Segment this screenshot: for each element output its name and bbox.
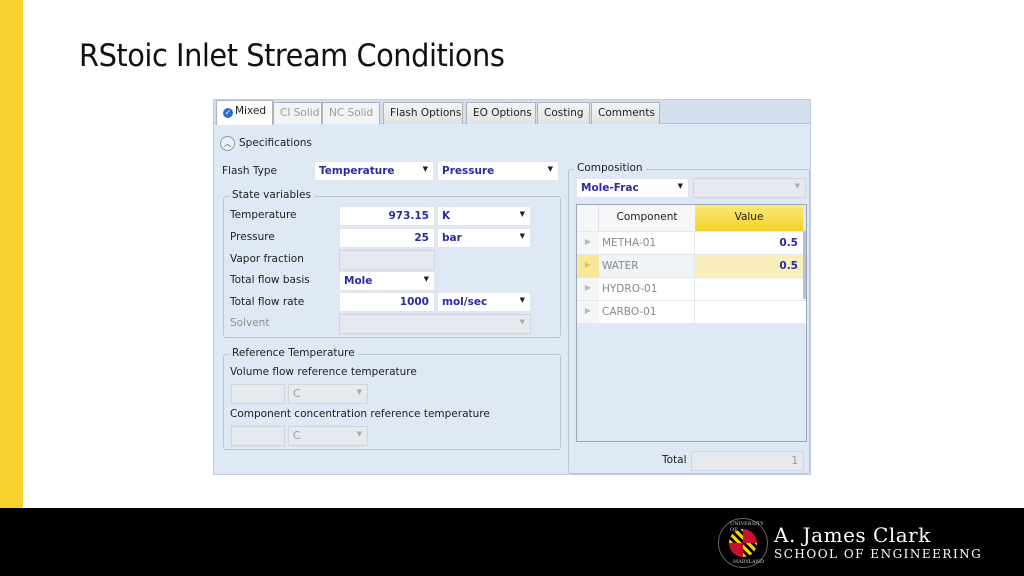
table-row[interactable]: ▶ METHA-01 0.5 [577, 231, 806, 254]
solvent-select[interactable]: ▼ [339, 314, 531, 334]
flow-rate-unit-select[interactable]: mol/sec ▼ [437, 292, 531, 312]
slide-title: RStoic Inlet Stream Conditions [79, 38, 505, 74]
collapse-chevron-up-icon[interactable]: ︿ [220, 136, 235, 151]
maryland-flag-icon [729, 529, 757, 557]
flash-type-label: Flash Type [222, 165, 277, 177]
volume-flow-ref-temp-unit-select[interactable]: C ▼ [288, 384, 368, 404]
temperature-label: Temperature [230, 209, 297, 221]
grid-corner [577, 205, 599, 231]
specifications-label: Specifications [239, 137, 312, 149]
composition-basis-select[interactable]: Mole-Frac ▼ [576, 178, 689, 198]
total-flow-rate-input[interactable]: 1000 [339, 292, 435, 312]
state-variables-title: State variables [229, 189, 314, 201]
tab-eo-options[interactable]: EO Options [466, 102, 536, 124]
logo-subtitle: SCHOOL OF ENGINEERING [774, 547, 983, 561]
tab-mixed[interactable]: ✓ Mixed [216, 100, 273, 125]
dropdown-arrow-icon: ▼ [519, 318, 525, 326]
dropdown-arrow-icon: ▼ [356, 388, 362, 396]
total-flow-rate-label: Total flow rate [230, 296, 305, 308]
value-cell[interactable]: 0.5 [695, 255, 806, 277]
table-row[interactable]: ▶ HYDRO-01 [577, 277, 806, 300]
pressure-label: Pressure [230, 231, 275, 243]
temperature-input[interactable]: 973.15 [339, 206, 435, 226]
tab-flash-options[interactable]: Flash Options [383, 102, 463, 124]
value-cell[interactable] [695, 278, 806, 300]
total-flow-basis-label: Total flow basis [230, 274, 310, 286]
seal-top-text: UNIVERSITY OF [730, 521, 764, 533]
temperature-unit-select[interactable]: K ▼ [437, 206, 531, 226]
component-cell: WATER [599, 255, 695, 277]
component-conc-ref-temp-label: Component concentration reference temper… [230, 408, 490, 420]
table-row[interactable]: ▶ WATER 0.5 [577, 254, 806, 277]
dropdown-arrow-icon: ▼ [423, 275, 429, 283]
flash-spec1-select[interactable]: Temperature ▼ [314, 161, 434, 181]
component-cell: METHA-01 [599, 232, 695, 254]
pressure-unit-select[interactable]: bar ▼ [437, 228, 531, 248]
logo-title: A. James Clark [774, 523, 931, 547]
grid-scrollbar[interactable] [803, 231, 806, 299]
aspen-input-form: ✓ Mixed CI Solid NC Solid Flash Options E… [213, 99, 811, 475]
row-selector-icon[interactable]: ▶ [577, 232, 599, 254]
row-selector-icon[interactable]: ▶ [577, 278, 599, 300]
dropdown-arrow-icon: ▼ [519, 296, 525, 304]
composition-title: Composition [574, 162, 646, 174]
dropdown-arrow-icon: ▼ [677, 182, 683, 190]
tab-comments[interactable]: Comments [591, 102, 660, 124]
dropdown-arrow-icon: ▼ [519, 210, 525, 218]
solvent-label: Solvent [230, 317, 270, 329]
check-circle-icon: ✓ [223, 108, 233, 118]
row-selector-icon[interactable]: ▶ [577, 301, 599, 323]
component-cell: HYDRO-01 [599, 278, 695, 300]
component-cell: CARBO-01 [599, 301, 695, 323]
volume-flow-ref-temp-input[interactable] [231, 384, 285, 404]
tab-ci-solid[interactable]: CI Solid [273, 102, 322, 124]
vapor-fraction-input[interactable] [339, 250, 435, 270]
flash-spec2-select[interactable]: Pressure ▼ [437, 161, 559, 181]
dropdown-arrow-icon: ▼ [794, 182, 800, 190]
accent-bar [0, 0, 23, 508]
tab-nc-solid[interactable]: NC Solid [322, 102, 380, 124]
component-conc-ref-temp-unit-select[interactable]: C ▼ [288, 426, 368, 446]
dropdown-arrow-icon: ▼ [519, 232, 525, 240]
total-label: Total [662, 454, 687, 466]
dropdown-arrow-icon: ▼ [356, 430, 362, 438]
table-row[interactable]: ▶ CARBO-01 [577, 300, 806, 323]
composition-secondary-select[interactable]: ▼ [693, 178, 806, 198]
row-selector-icon[interactable]: ▶ [577, 255, 599, 277]
dropdown-arrow-icon: ▼ [547, 165, 553, 173]
volume-flow-ref-temp-label: Volume flow reference temperature [230, 366, 417, 378]
dropdown-arrow-icon: ▼ [422, 165, 428, 173]
total-value-field: 1 [691, 451, 804, 471]
composition-grid: Component Value ▶ METHA-01 0.5 ▶ WATER 0… [576, 204, 807, 442]
column-header-component[interactable]: Component [599, 205, 695, 231]
column-header-value[interactable]: Value [695, 205, 803, 231]
tab-bar: ✓ Mixed CI Solid NC Solid Flash Options E… [214, 100, 810, 125]
total-flow-basis-select[interactable]: Mole ▼ [339, 271, 435, 291]
tab-costing[interactable]: Costing [537, 102, 590, 124]
value-cell[interactable]: 0.5 [695, 232, 806, 254]
value-cell[interactable] [695, 301, 806, 323]
pressure-input[interactable]: 25 [339, 228, 435, 248]
reference-temperature-title: Reference Temperature [229, 347, 358, 359]
vapor-fraction-label: Vapor fraction [230, 253, 304, 265]
umd-seal-logo: UNIVERSITY OF MARYLAND [718, 518, 768, 568]
seal-bottom-text: MARYLAND [733, 559, 764, 565]
component-conc-ref-temp-input[interactable] [231, 426, 285, 446]
